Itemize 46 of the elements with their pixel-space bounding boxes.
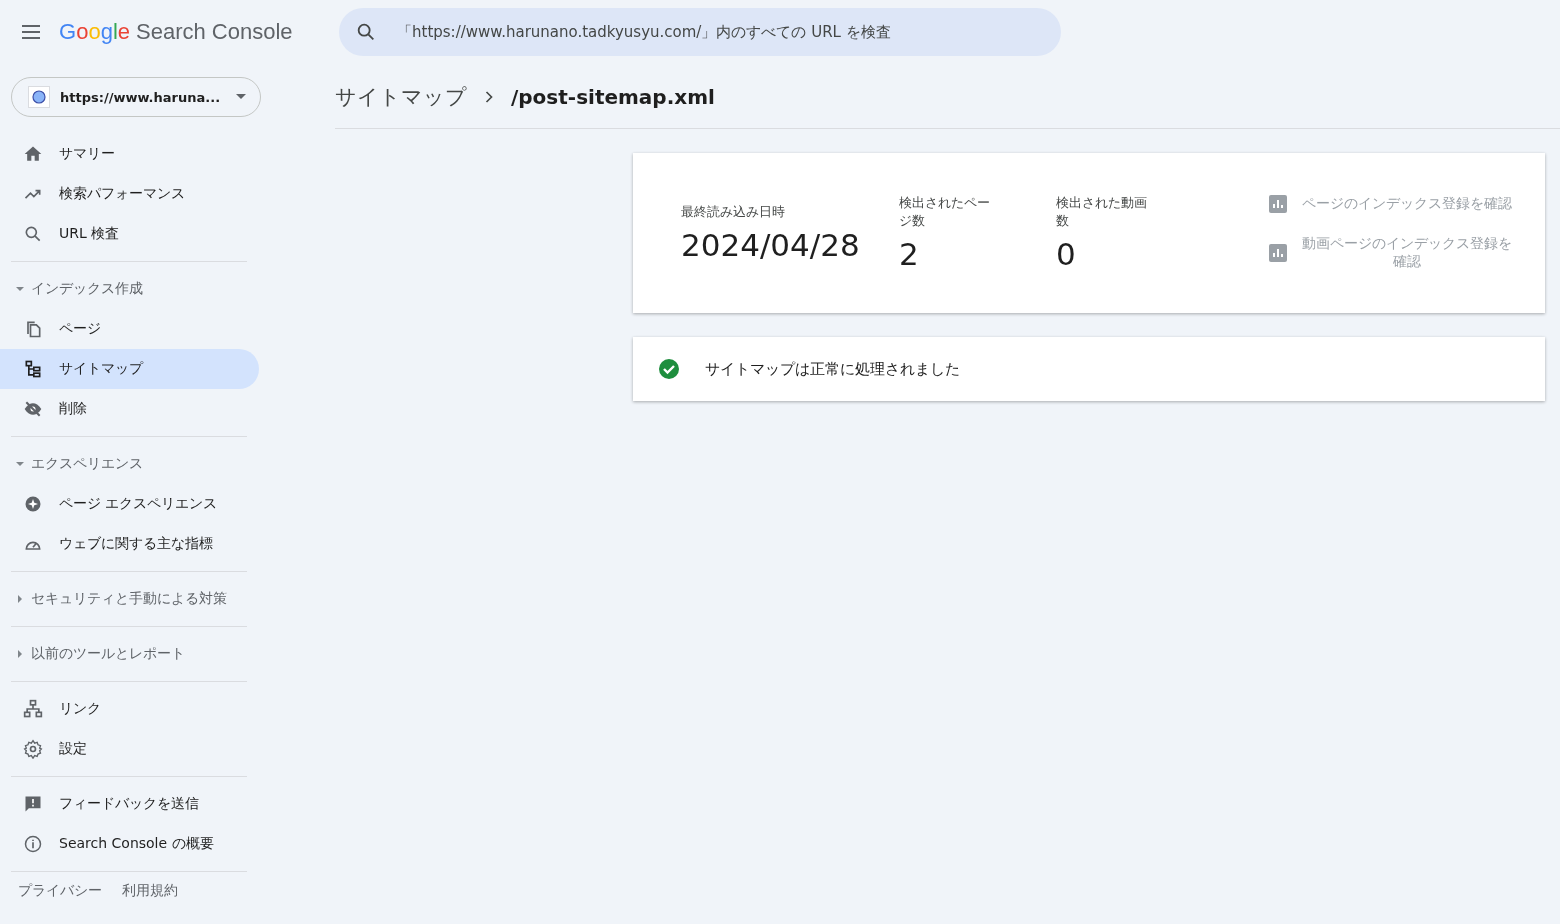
feedback-icon: [23, 794, 43, 814]
stat-value: 0: [1056, 236, 1077, 272]
search-icon: [23, 224, 43, 244]
hidden-eye-icon: [23, 399, 43, 419]
search-field[interactable]: 「https://www.harunano.tadkyusyu.com/」内のすべての URL を検査: [339, 8, 1061, 56]
sidebar-item[interactable]: 削除: [0, 389, 259, 429]
caret-down-icon: [15, 284, 25, 294]
network-icon: [23, 699, 43, 719]
section-header[interactable]: セキュリティと手動による対策: [11, 579, 233, 619]
status-message: サイトマップは正常に処理されました: [705, 359, 960, 379]
sidebar-item[interactable]: フィードバックを送信: [0, 784, 259, 824]
sidebar-item[interactable]: URL 検査: [0, 214, 259, 254]
stat-label: 最終読み込み日時: [681, 203, 786, 221]
caret-right-icon: [15, 649, 25, 659]
sidebar-item[interactable]: Search Console の概要: [0, 824, 259, 864]
stat-label: 検出されたページ数: [899, 194, 991, 230]
section-header[interactable]: インデックス作成: [11, 269, 149, 309]
caret-down-icon: [15, 459, 25, 469]
footer-link[interactable]: 利用規約: [122, 882, 178, 900]
sidebar-item[interactable]: ページ エクスペリエンス: [0, 484, 259, 524]
footer-link[interactable]: プライバシー: [18, 882, 102, 900]
home-icon: [23, 144, 43, 164]
breadcrumb-link[interactable]: サイトマップ: [335, 83, 467, 111]
sidebar-item[interactable]: ウェブに関する主な指標: [0, 524, 259, 564]
stat-label: 検出された動画数: [1056, 194, 1148, 230]
globe-icon: [28, 86, 50, 108]
stat-value: 2: [899, 236, 920, 272]
caret-down-icon: [236, 94, 246, 100]
bar-chart-icon: [1269, 195, 1287, 213]
section-header[interactable]: 以前のツールとレポート: [11, 634, 191, 674]
sidebar-item[interactable]: 検索パフォーマンス: [0, 174, 259, 214]
info-icon: [23, 834, 43, 854]
bar-chart-icon: [1269, 244, 1287, 262]
settings-icon: [23, 739, 43, 759]
app-logo: Google Search Console: [59, 19, 294, 45]
caret-right-icon: [15, 594, 25, 604]
sidebar-item[interactable]: サイトマップ: [0, 349, 259, 389]
sidebar-item[interactable]: サマリー: [0, 134, 259, 174]
section-header[interactable]: エクスペリエンス: [11, 444, 149, 484]
success-check-icon: [657, 357, 681, 381]
sidebar-item[interactable]: リンク: [0, 689, 259, 729]
sidebar-item[interactable]: 設定: [0, 729, 259, 769]
page-title: /post-sitemap.xml: [511, 85, 715, 109]
sidebar-item[interactable]: ページ: [0, 309, 259, 349]
sitemap-icon: [23, 359, 43, 379]
stat-value: 2024/04/28: [681, 227, 861, 263]
